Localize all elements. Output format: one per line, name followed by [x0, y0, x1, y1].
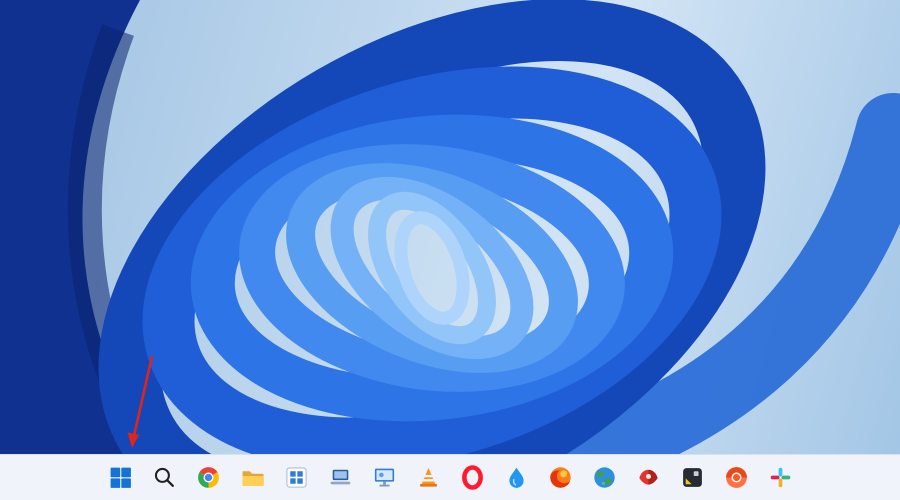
taskbar-button-droplet-app[interactable] — [496, 458, 537, 498]
display-app-icon — [374, 468, 394, 487]
windows-logo-icon — [110, 467, 131, 488]
taskbar-button-firefox[interactable] — [540, 458, 581, 498]
taskbar-button-display-app[interactable] — [364, 458, 405, 498]
taskbar-icon-group — [100, 458, 801, 498]
taskbar-button-slack[interactable] — [760, 458, 801, 498]
taskbar-button-search[interactable] — [144, 458, 185, 498]
taskbar-button-chrome[interactable] — [188, 458, 229, 498]
red-wings-app-icon — [638, 469, 658, 485]
search-icon — [154, 467, 174, 487]
droplet-app-icon — [508, 467, 524, 488]
taskbar-button-laptop-app[interactable] — [320, 458, 361, 498]
taskbar-button-grid-app[interactable] — [276, 458, 317, 498]
taskbar-button-red-wings-app[interactable] — [628, 458, 669, 498]
taskbar-button-start[interactable] — [100, 458, 141, 498]
taskbar-button-file-explorer[interactable] — [232, 458, 273, 498]
taskbar-button-orange-browser[interactable] — [716, 458, 757, 498]
firefox-icon — [549, 467, 571, 488]
taskbar — [0, 454, 900, 500]
grid-app-icon — [285, 467, 307, 488]
vlc-cone-icon — [419, 467, 437, 487]
taskbar-button-vlc[interactable] — [408, 458, 449, 498]
taskbar-button-opera[interactable] — [452, 458, 493, 498]
orange-ring-browser-icon — [725, 467, 747, 488]
windows-11-desktop-screen — [0, 0, 900, 500]
file-explorer-icon — [242, 471, 264, 487]
slack-icon — [770, 467, 790, 488]
taskbar-button-globe-app[interactable] — [584, 458, 625, 498]
taskbar-button-dark-square-app[interactable] — [672, 458, 713, 498]
opera-icon — [461, 465, 483, 490]
laptop-app-icon — [330, 469, 350, 485]
chrome-icon — [197, 467, 219, 488]
desktop[interactable] — [0, 0, 900, 455]
dark-square-app-icon — [682, 468, 702, 487]
globe-app-icon — [593, 467, 615, 488]
wallpaper-bloom-art — [0, 0, 900, 455]
